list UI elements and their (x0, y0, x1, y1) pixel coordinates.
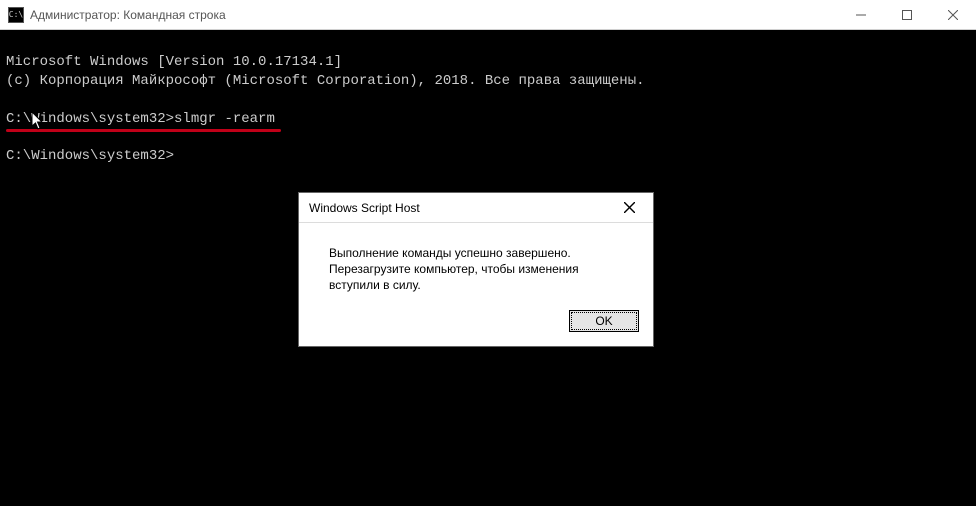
dialog-titlebar[interactable]: Windows Script Host (299, 193, 653, 223)
dialog-close-button[interactable] (609, 194, 649, 222)
console-line: Microsoft Windows [Version 10.0.17134.1] (6, 53, 970, 72)
dialog-title: Windows Script Host (309, 201, 609, 215)
prompt: C:\Windows\system32> (6, 111, 174, 127)
console-line: (c) Корпорация Майкрософт (Microsoft Cor… (6, 72, 970, 91)
minimize-button[interactable] (838, 0, 884, 29)
console-line: C:\Windows\system32> (6, 147, 970, 166)
dialog-message-line: Перезагрузите компьютер, чтобы изменения… (329, 261, 631, 293)
maximize-button[interactable] (884, 0, 930, 29)
dialog-body: Выполнение команды успешно завершено. Пе… (299, 223, 653, 310)
prompt: C:\Windows\system32> (6, 148, 174, 164)
annotation-underline (6, 129, 281, 132)
cmd-icon: C:\ (8, 7, 24, 23)
window-controls (838, 0, 976, 29)
close-button[interactable] (930, 0, 976, 29)
dialog-message-line: Выполнение команды успешно завершено. (329, 245, 631, 261)
dialog-footer: OK (299, 310, 653, 346)
ok-button[interactable]: OK (569, 310, 639, 332)
window-title: Администратор: Командная строка (30, 8, 838, 22)
command-text: slmgr -rearm (174, 111, 275, 127)
window-titlebar: C:\ Администратор: Командная строка (0, 0, 976, 30)
message-dialog: Windows Script Host Выполнение команды у… (298, 192, 654, 347)
console-line: C:\Windows\system32>slmgr -rearm (6, 110, 970, 129)
